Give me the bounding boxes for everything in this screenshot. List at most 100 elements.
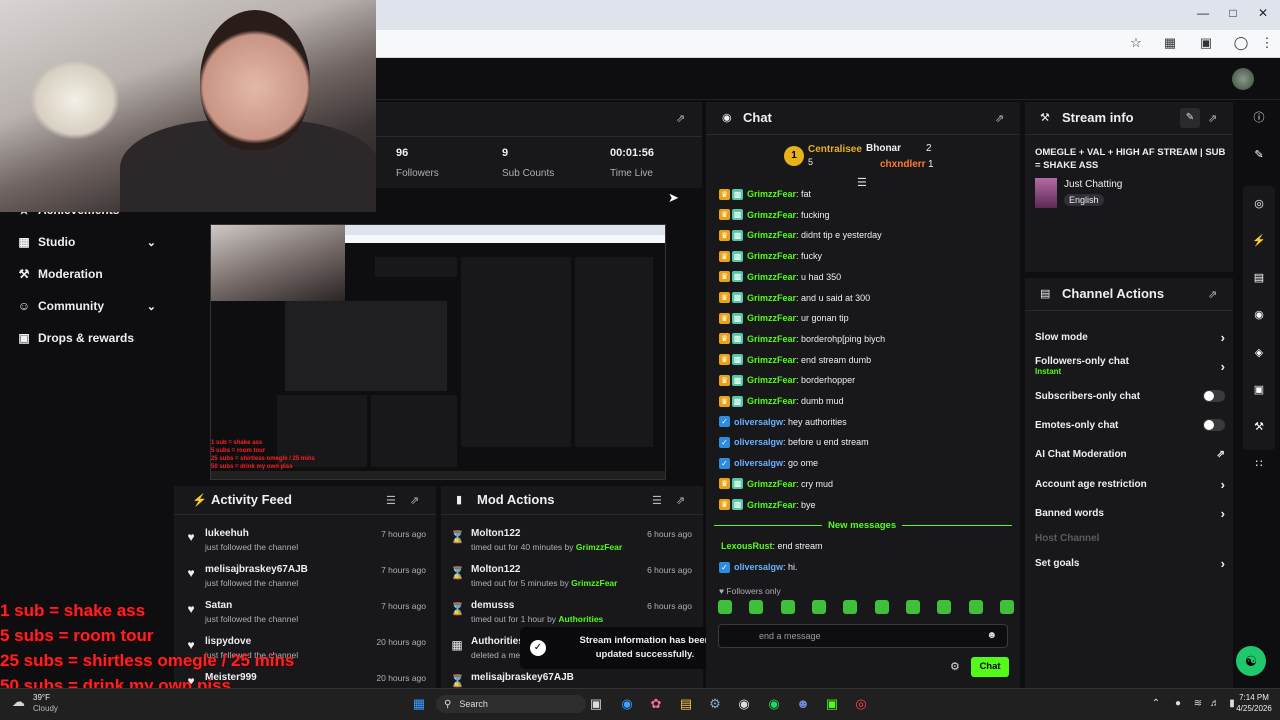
emote-icon[interactable] (843, 600, 858, 614)
mod-action-target[interactable]: Molton122 (471, 564, 520, 575)
taskbar-search[interactable]: ⚲ Search (436, 695, 586, 713)
close-icon[interactable]: ✕ (1248, 6, 1278, 20)
copilot-icon[interactable]: ✿ (646, 694, 666, 714)
menu-dots-icon[interactable]: ⋮ (1258, 35, 1276, 51)
emote-icon[interactable] (718, 600, 732, 614)
chrome-icon[interactable]: ◎ (851, 694, 871, 714)
chevron-right-icon[interactable]: › (1221, 506, 1225, 521)
channel-action-item[interactable]: Banned words › (1035, 502, 1225, 524)
emote-icon[interactable] (811, 600, 826, 614)
chat-username[interactable]: GrimzzFear (747, 334, 796, 344)
stream-preview[interactable]: 1 sub = shake ass 5 subs = room tour 25 su… (210, 224, 666, 480)
channel-action-item[interactable]: Account age restriction › (1035, 473, 1225, 495)
discord-icon[interactable]: ☻ (793, 694, 813, 714)
profile-icon[interactable]: ◯ (1232, 35, 1250, 51)
channel-action-item[interactable]: Followers-only chat Instant › (1035, 355, 1225, 377)
mod-action-moderator[interactable]: GrimzzFear (571, 578, 617, 588)
task-view-icon[interactable]: ▣ (586, 694, 606, 714)
steam-icon[interactable]: ⚙ (705, 694, 725, 714)
toggle-switch[interactable] (1203, 390, 1225, 402)
popout-icon[interactable]: ⇗ (676, 112, 685, 125)
chevron-right-icon[interactable]: › (1221, 330, 1225, 345)
chat-username[interactable]: GrimzzFear (747, 396, 796, 406)
sidepanel-icon[interactable]: ▣ (1197, 35, 1215, 51)
chat-username[interactable]: GrimzzFear (747, 313, 796, 323)
emote-icon[interactable] (874, 600, 889, 614)
info-icon[interactable]: ⓘ (1247, 106, 1271, 130)
minimize-icon[interactable]: — (1188, 6, 1218, 20)
shield-icon[interactable]: ▣ (1247, 378, 1271, 402)
emote-icon[interactable] (905, 600, 920, 614)
folder-icon[interactable]: ▤ (676, 694, 696, 714)
spotify-icon[interactable]: ◉ (764, 694, 784, 714)
emote-icon[interactable] (968, 600, 983, 614)
chat-username[interactable]: GrimzzFear (747, 375, 796, 385)
chat-input[interactable]: end a message ☻ (718, 624, 1008, 648)
nav-drops-rewards[interactable]: ▣ Drops & rewards (0, 322, 172, 354)
popout-icon[interactable]: ⇗ (995, 112, 1004, 125)
chat-username[interactable]: GrimzzFear (747, 272, 796, 282)
mod-action-target[interactable]: Molton122 (471, 528, 520, 539)
avatar[interactable] (1232, 68, 1254, 90)
mod-action-moderator[interactable]: GrimzzFear (576, 542, 622, 552)
activity-username[interactable]: lispydove (205, 636, 251, 647)
chat-username[interactable]: oliversalgw (734, 437, 783, 447)
chevron-right-icon[interactable]: › (1221, 556, 1225, 571)
target-icon[interactable]: ◎ (1247, 192, 1271, 216)
list-icon[interactable]: ▤ (1247, 266, 1271, 290)
toggle-switch[interactable] (1203, 419, 1225, 431)
mod-action-moderator[interactable]: Authorities (558, 614, 603, 624)
wrench-icon[interactable]: ⚒ (1247, 415, 1271, 439)
channel-action-item[interactable]: Set goals › (1035, 552, 1225, 574)
filter-icon[interactable]: ☰ (652, 494, 662, 507)
extensions-icon[interactable]: ▦ (1161, 35, 1179, 51)
broadcast-icon[interactable]: ◈ (1247, 341, 1271, 365)
nav-moderation[interactable]: ⚒ Moderation (0, 258, 172, 290)
chat-username[interactable]: GrimzzFear (747, 355, 796, 365)
chat-username[interactable]: GrimzzFear (747, 251, 796, 261)
edge-icon[interactable]: ◉ (617, 694, 637, 714)
mod-action-target[interactable]: melisajbraskey67AJB (471, 672, 574, 683)
chat-username[interactable]: GrimzzFear (747, 230, 796, 240)
chat-username[interactable]: GrimzzFear (747, 479, 796, 489)
channel-action-item[interactable]: AI Chat Moderation ⇗ (1035, 443, 1225, 465)
chevron-right-icon[interactable]: › (1221, 359, 1225, 374)
chat-username[interactable]: oliversalgw (734, 458, 783, 468)
gear-icon[interactable]: ⚙ (950, 660, 960, 673)
activity-username[interactable]: lukeehuh (205, 528, 249, 539)
emote-icon[interactable] (937, 600, 952, 614)
popout-icon[interactable]: ⇗ (410, 494, 419, 507)
emote-icon[interactable] (999, 600, 1014, 614)
emoji-icon[interactable]: ☻ (986, 630, 997, 641)
chevron-up-icon[interactable]: ⌃ (1146, 694, 1166, 714)
chat-username[interactable]: oliversalgw (734, 562, 783, 572)
chat-username[interactable]: GrimzzFear (747, 293, 796, 303)
emote-icon[interactable] (749, 600, 764, 614)
filter-icon[interactable]: ☰ (386, 494, 396, 507)
popout-icon[interactable]: ⇗ (1208, 112, 1217, 125)
lightning-icon[interactable]: ⚡ (1247, 229, 1271, 253)
chat-username[interactable]: GrimzzFear (747, 500, 796, 510)
channel-action-item[interactable]: Slow mode › (1035, 326, 1225, 348)
mod-action-target[interactable]: demusss (471, 600, 514, 611)
star-icon[interactable]: ☆ (1127, 35, 1145, 51)
kick-icon[interactable]: ▣ (822, 694, 842, 714)
chat-send-button[interactable]: Chat (971, 657, 1009, 677)
chat-icon[interactable]: ◉ (1247, 303, 1271, 327)
channel-action-item[interactable]: Emotes-only chat (1035, 414, 1225, 436)
popout-icon[interactable]: ⇗ (676, 494, 685, 507)
popout-icon[interactable]: ⇗ (1208, 288, 1217, 301)
chat-username[interactable]: oliversalgw (734, 417, 783, 427)
nav-studio[interactable]: ▦ Studio ⌄ (0, 226, 172, 258)
activity-username[interactable]: Satan (205, 600, 232, 611)
mod-action-target[interactable]: Authorities (471, 636, 524, 647)
chat-username[interactable]: GrimzzFear (747, 189, 796, 199)
emote-icon[interactable] (780, 600, 795, 614)
channel-action-item[interactable]: Subscribers-only chat (1035, 385, 1225, 407)
windows-start-icon[interactable]: ▦ (409, 694, 429, 714)
edit-icon[interactable]: ✎ (1180, 108, 1200, 128)
external-link-icon[interactable]: ⇗ (1217, 449, 1225, 460)
restore-icon[interactable]: □ (1218, 6, 1248, 20)
microphone-icon[interactable]: ● (1168, 694, 1188, 714)
support-headset-icon[interactable]: ☯ (1236, 646, 1266, 676)
